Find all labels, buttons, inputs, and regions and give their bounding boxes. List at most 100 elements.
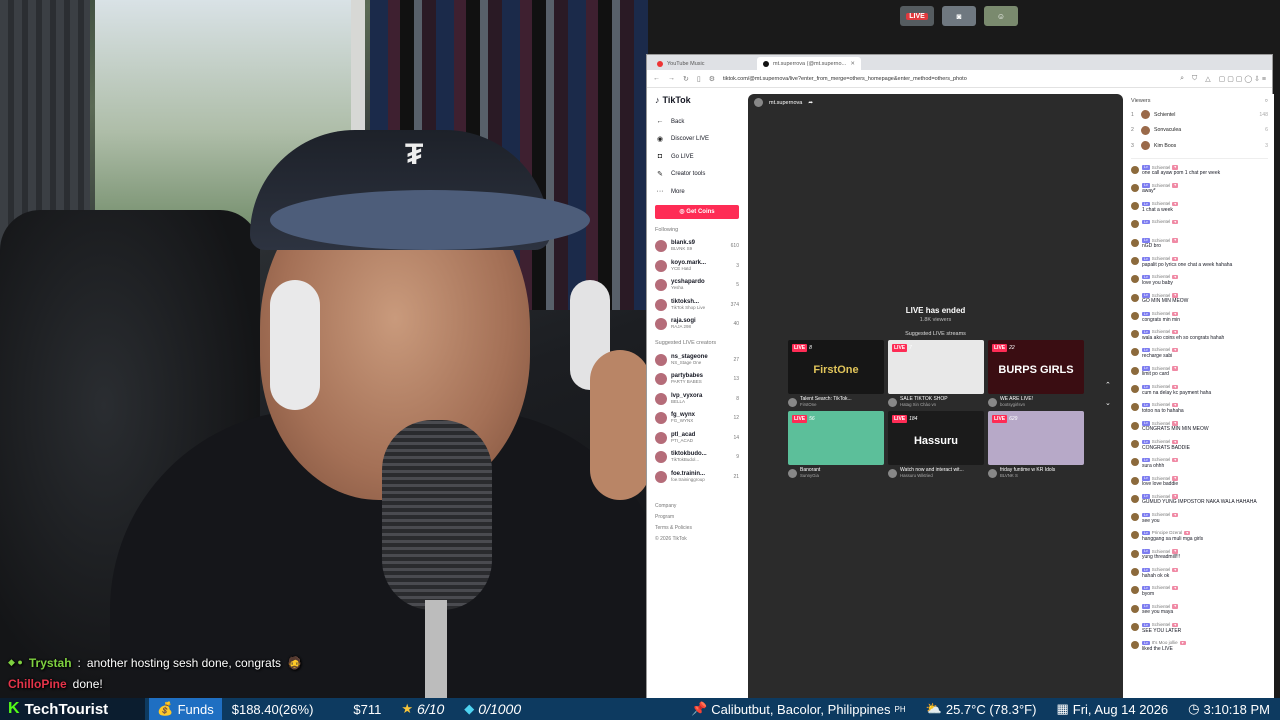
stream-card[interactable]: LIVE 22 BURPS GIRLS WE ARE LIVE! bootsygirls… (988, 340, 1084, 407)
scroll-down-icon[interactable]: ⌄ (1105, 395, 1111, 413)
account-item[interactable]: lvp_vyxora BELLA 8 (655, 389, 739, 409)
nav-discover-live[interactable]: ◉ Discover LIVE (655, 131, 739, 149)
account-item[interactable]: partybabes PARTY BABES 13 (655, 370, 739, 390)
stream-author: BLVNK S (1000, 472, 1018, 478)
account-name-block: koyo.mark... YCE Hatd (671, 260, 732, 272)
site-info-icon[interactable]: ⚙ (709, 75, 715, 83)
nav-more[interactable]: ··· More (655, 183, 739, 201)
level-badge: Lv (1142, 457, 1150, 463)
back-icon[interactable]: ← (653, 75, 660, 82)
chat-username[interactable]: Schientel (1152, 622, 1171, 628)
stream-info: Watch now and interact wit... Hassuru Wik… (888, 467, 984, 478)
chat-message: Lv Schientel ♥ CONGRATS MIN MIN MEOW (1131, 421, 1268, 439)
account-item[interactable]: koyo.mark... YCE Hatd 3 (655, 256, 739, 276)
search-icon[interactable]: ⌕ (1180, 75, 1184, 83)
stream-author: Hatag Xin Chào vn (900, 401, 937, 407)
account-item[interactable]: tiktokbudo... TikTokBudol... 9 (655, 448, 739, 468)
account-item[interactable]: ycshapardo Yesha 5 (655, 276, 739, 296)
account-item[interactable]: fg_wynx FG_WYNX 12 (655, 409, 739, 429)
level-badge: Lv (1142, 384, 1150, 390)
url-field[interactable]: tiktok.com/@mt.supernova/live?enter_from… (723, 76, 1172, 82)
fan-badge: ♥ (1179, 640, 1186, 646)
clock-icon: ◷ (1188, 701, 1200, 716)
shield-icon[interactable]: ⛉ (1192, 75, 1197, 83)
chat-body: Lv Schientel ♥ wala ako coins eh so congrat… (1142, 329, 1224, 341)
stream-thumbnail[interactable]: LIVE 184 Hassuru (888, 411, 984, 466)
chat-username[interactable]: Schientel (1152, 219, 1171, 225)
chat-username[interactable]: Schientel (1152, 311, 1171, 317)
tab-youtube-music[interactable]: YouTube Music (651, 57, 755, 70)
viewers-info-icon[interactable]: ○ (1265, 98, 1268, 104)
viewer-row[interactable]: 2 Sonvaculea 6 (1131, 123, 1268, 139)
footer-company-link[interactable]: Company (655, 501, 739, 512)
nav-creator-tools[interactable]: ✎ Creator tools (655, 166, 739, 184)
stream-card[interactable]: LIVE 184 Hassuru Watch now and interact wit… (888, 411, 984, 478)
chat-message: Lv Schientel ♥ love love baddie (1131, 476, 1268, 494)
stream-card[interactable]: LIVE 8 FirstOne Talent Search: TikTok... Fir… (788, 340, 884, 407)
live-badge: LIVE 629 (992, 415, 1017, 424)
bookmark-icon[interactable]: ▯ (697, 75, 701, 83)
account-item[interactable]: ptl_acad PTI_ACAD 14 (655, 428, 739, 448)
account-name-block: ptl_acad PTI_ACAD (671, 432, 729, 444)
stage-host[interactable]: mt.supernova ➦ (754, 98, 813, 107)
extensions-icon[interactable]: ▢ ▢ ▢ ◯ ⇩ ≡ (1219, 75, 1266, 83)
viewer-count: 22 (1009, 345, 1015, 351)
viewer-count: 184 (909, 416, 918, 423)
chat-username[interactable]: Schientel (1152, 256, 1171, 262)
footer-program-link[interactable]: Program (655, 512, 739, 523)
chat-avatar (1131, 622, 1139, 631)
account-name-block: ns_stageone NS_Stage One (671, 354, 729, 366)
reload-icon[interactable]: ↻ (683, 75, 689, 83)
weather-display: ⛅ 25.7°C (78.3°F) (916, 701, 1047, 717)
chat-username[interactable]: Schientel (1152, 512, 1171, 518)
account-item[interactable]: raja.sogi RAJA 298 40 (655, 315, 739, 335)
stream-thumbnail[interactable]: LIVE 8 FirstOne (788, 340, 884, 394)
chat-meta: Lv Schientel ♥ (1142, 201, 1179, 207)
viewer-row[interactable]: 1 Schientel 148 (1131, 107, 1268, 123)
tab-tiktok[interactable]: mt.superrova (@mt.superno... ✕ (757, 57, 861, 70)
nav-go-live[interactable]: ◘ Go LIVE (655, 148, 739, 166)
viewer-name: Schientel (1154, 111, 1176, 118)
chat-username[interactable]: Schientel (1152, 201, 1171, 207)
account-subtitle: TikTokBudol... (671, 457, 700, 463)
chat-username[interactable]: Schientel (1152, 439, 1171, 445)
account-item[interactable]: tiktoksh... TikTok Shop Live 374 (655, 295, 739, 315)
stream-thumbnail[interactable]: LIVE 629 (988, 411, 1084, 466)
close-tab-icon[interactable]: ✕ (850, 61, 855, 67)
account-subtitle: TikTok Shop Live (671, 304, 706, 310)
nav-back[interactable]: ← Back (655, 113, 739, 131)
stream-thumbnail[interactable]: LIVE 7 (888, 340, 984, 394)
chat-username[interactable]: Schientel (1152, 567, 1171, 573)
fan-badge: ♥ (1172, 220, 1179, 225)
footer-terms-link[interactable]: Terms & Policies (655, 523, 739, 534)
chat-body: Lv Schientel ♥ see you maya (1142, 604, 1179, 616)
tiktok-logo[interactable]: ♪ TikTok (655, 95, 739, 105)
viewer-row[interactable]: 3 Kim Boos 3 (1131, 138, 1268, 154)
chat-username[interactable]: Schientel (1152, 384, 1171, 390)
share-icon[interactable]: ➦ (808, 100, 813, 106)
suggested-list: ns_stageone NS_Stage One 27 partybabes PARTY… (655, 350, 739, 487)
chat-text: papalit po lyrics one chat a week hahaha (1142, 261, 1233, 268)
warning-icon[interactable]: △ (1205, 75, 1210, 83)
forward-icon[interactable]: → (668, 75, 675, 82)
stream-thumbnail[interactable]: LIVE 56 (788, 411, 884, 466)
chat-username[interactable]: Schientel (1152, 585, 1171, 591)
account-item[interactable]: foe.trainin... foe.traininggroup 21 (655, 467, 739, 487)
stream-card[interactable]: LIVE 629 friday funtime w KR Idols BLVNK S (988, 411, 1084, 478)
scroll-up-icon[interactable]: ⌃ (1105, 377, 1111, 395)
stream-card[interactable]: LIVE 7 SALE TIKTOK SHOP Hatag Xin Chào vn (888, 340, 984, 407)
get-coins-button[interactable]: ◎ Get Coins (655, 204, 739, 219)
stream-text: Talent Search: TikTok... FirstOne (800, 396, 852, 407)
stream-card[interactable]: LIVE 56 Banorant SunnyGia (788, 411, 884, 478)
fan-badge: ♥ (1172, 512, 1179, 518)
chat-text: see you (1142, 517, 1160, 524)
country-code: PH (894, 704, 906, 714)
chat-text: liked the LIVE (1142, 645, 1173, 652)
host-name: mt.supernova (769, 99, 803, 106)
fan-badge: ♥ (1172, 366, 1179, 371)
account-item[interactable]: ns_stageone NS_Stage One 27 (655, 350, 739, 370)
account-item[interactable]: blank.s9 BLVNK S9 610 (655, 237, 739, 257)
stream-thumbnail[interactable]: LIVE 22 BURPS GIRLS (988, 340, 1084, 394)
chat-message: Lv Schientel ♥ sura ohhh (1131, 457, 1268, 475)
chat-username[interactable]: Schientel (1152, 329, 1171, 335)
